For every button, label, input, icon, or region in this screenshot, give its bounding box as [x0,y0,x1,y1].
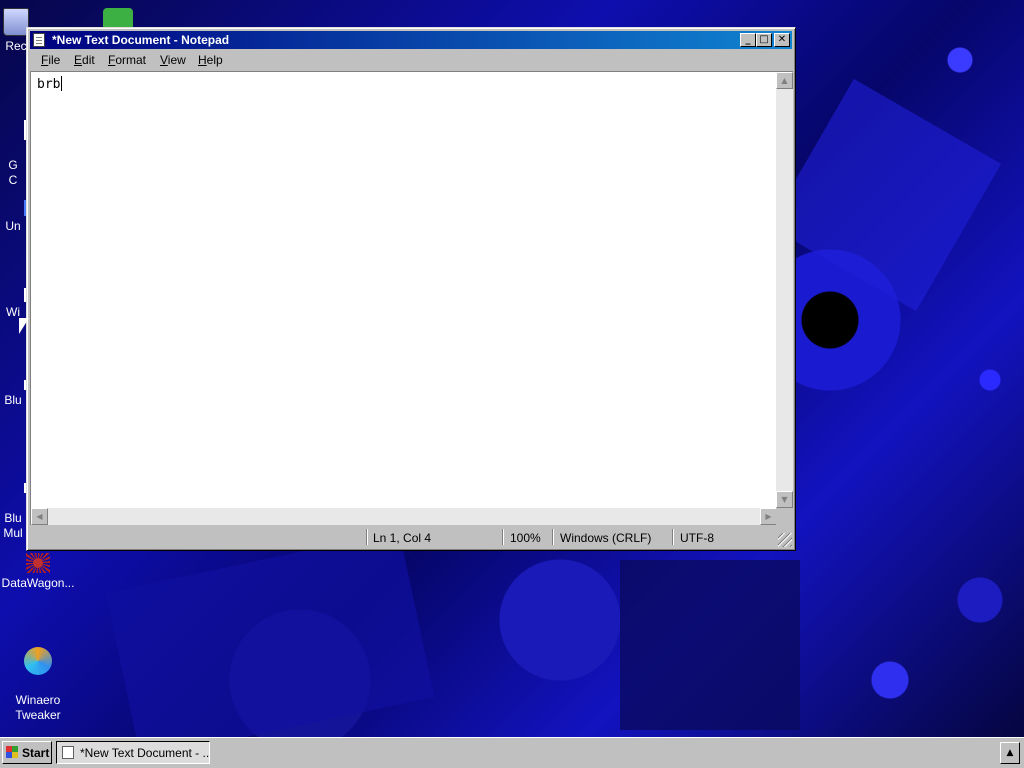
desktop-icon-label: Blu [4,393,22,407]
datawagon-icon [26,553,50,573]
status-bar: Ln 1, Col 4 100% Windows (CRLF) UTF-8 [30,527,792,547]
close-button[interactable]: ✕ [774,33,790,47]
minimize-button[interactable]: _ [740,33,756,47]
maximize-button[interactable]: □ [756,33,772,47]
desktop-icon-label: Winaero Tweaker [15,693,61,722]
desktop-icon-label: G C [8,158,18,187]
menu-edit[interactable]: Edit [74,53,95,67]
scroll-down-arrow-icon[interactable]: ▼ [776,491,793,508]
editor-text-value: brb [37,77,61,92]
menu-bar: File Edit Format View Help [30,50,792,70]
windows-logo-icon [6,746,18,758]
menu-accelerator: E [74,53,83,67]
title-bar[interactable]: *New Text Document - Notepad _ □ ✕ [30,31,792,49]
start-button[interactable]: Start [2,741,52,764]
tray-expand-button[interactable]: ▲ [1000,742,1020,764]
taskbar-item-notepad[interactable]: *New Text Document - ... [56,741,210,764]
scroll-up-arrow-icon[interactable]: ▲ [776,72,793,89]
menu-label: elp [206,53,223,67]
scrollbar-corner [776,508,793,525]
mouse-cursor-icon [19,318,29,334]
taskbar: Start *New Text Document - ... ▲ [0,737,1024,768]
notepad-icon [33,33,45,47]
editor-content: brb [37,76,63,92]
notepad-icon [62,746,74,759]
menu-accelerator: H [198,53,207,67]
desktop-icon-label: Rec [5,39,27,53]
desktop-icon-label: DataWagon... [1,576,75,590]
menu-label: ile [48,53,61,67]
menu-accelerator: V [160,53,168,67]
scroll-left-arrow-icon[interactable]: ◀ [31,508,48,525]
taskbar-item-label: *New Text Document - ... [80,746,210,760]
status-divider [552,529,554,545]
desktop-icon-label: Blu Mul [3,511,23,540]
menu-label: ormat [115,53,147,67]
wallpaper-shape [105,530,435,737]
status-divider [366,529,368,545]
start-label: Start [22,746,50,760]
menu-label: iew [167,53,186,67]
resize-grip-icon[interactable] [778,533,792,547]
text-editor[interactable]: brb ▲ ▼ ◀ ▶ [30,71,793,525]
status-zoom: 100% [510,531,541,545]
wallpaper-shape [620,560,800,730]
desktop-icon-label: Un [5,219,21,233]
menu-file[interactable]: File [41,53,60,67]
menu-view[interactable]: View [160,53,186,67]
vertical-scrollbar[interactable]: ▲ ▼ [776,72,793,508]
menu-format[interactable]: Format [108,53,146,67]
status-divider [672,529,674,545]
window-title: *New Text Document - Notepad [52,33,230,47]
horizontal-scrollbar[interactable]: ◀ ▶ [31,508,777,525]
desktop-icon-winaero[interactable]: Winaero Tweaker [0,632,76,723]
text-caret [61,76,63,91]
status-position: Ln 1, Col 4 [373,531,432,545]
status-encoding: UTF-8 [680,531,714,545]
menu-label: dit [82,53,95,67]
wallpaper-shape [768,78,1002,312]
winaero-tweaker-icon [24,647,52,675]
desktop-icon-label: Wi [6,305,20,319]
notepad-window: *New Text Document - Notepad _ □ ✕ File … [26,27,796,551]
scroll-right-arrow-icon[interactable]: ▶ [760,508,777,525]
status-line-ending: Windows (CRLF) [560,531,652,545]
menu-help[interactable]: Help [198,53,223,67]
desktop-icon-datawagon[interactable]: DataWagon... [0,553,76,591]
status-divider [502,529,504,545]
